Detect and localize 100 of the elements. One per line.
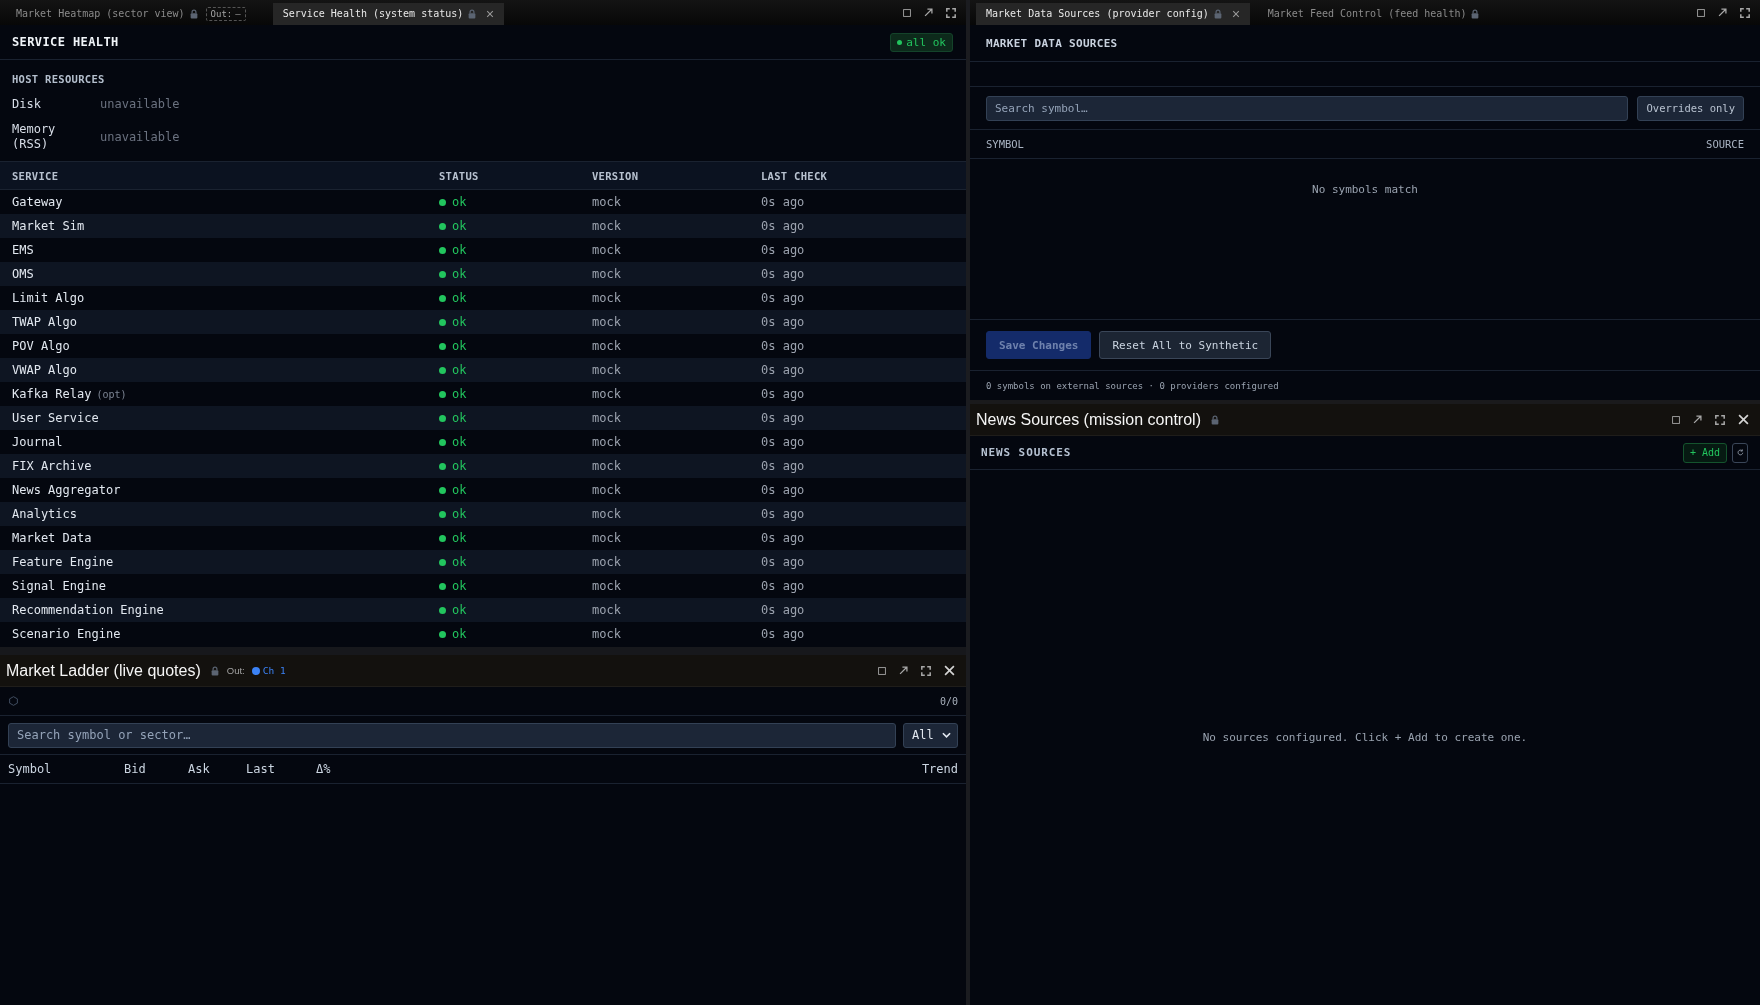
service-name: Recommendation Engine	[12, 603, 164, 617]
version-cell: mock	[592, 627, 621, 641]
column-header: Δ%	[316, 762, 331, 776]
last-check-cell: 0s ago	[761, 483, 805, 497]
last-check-cell: 0s ago	[761, 531, 805, 545]
column-header: Bid	[124, 762, 146, 776]
version-cell: mock	[592, 483, 621, 497]
status-text: ok	[452, 435, 467, 449]
service-name: VWAP Algo	[12, 363, 78, 377]
status-text: ok	[452, 603, 467, 617]
overrides-toggle[interactable]: Overrides only	[1637, 95, 1744, 121]
fullscreen-icon[interactable]	[921, 665, 931, 676]
last-check-cell: 0s ago	[761, 339, 805, 353]
service-name: Scenario Engine	[12, 627, 121, 641]
version-cell: mock	[592, 603, 621, 617]
version-cell: mock	[592, 339, 621, 353]
version-cell: mock	[592, 363, 621, 377]
service-name: EMS	[12, 243, 34, 257]
last-check-cell: 0s ago	[761, 603, 805, 617]
last-check-cell: 0s ago	[761, 627, 805, 641]
chevron-down-icon	[942, 732, 951, 738]
last-check-cell: 0s ago	[761, 435, 805, 449]
panel-tab[interactable]: Market Data Sources (provider config)	[976, 2, 1250, 25]
version-cell: mock	[592, 291, 621, 305]
status-text: ok	[452, 363, 467, 377]
service-name: Market Data	[12, 531, 92, 545]
resource-label: Memory (RSS)	[12, 122, 57, 152]
version-cell: mock	[592, 435, 621, 449]
add-button[interactable]: + Add	[1682, 442, 1727, 463]
output-channel: –	[235, 8, 241, 19]
output-channel: Ch 1	[262, 665, 286, 676]
empty-message: No sources configured. Click + Add to create one.	[1202, 730, 1528, 745]
status-text: ok	[452, 459, 467, 473]
service-name: Signal Engine	[12, 579, 106, 593]
refresh-icon	[1736, 449, 1744, 456]
service-name: POV Algo	[12, 339, 70, 353]
service-name: TWAP Algo	[12, 315, 78, 329]
search-field[interactable]: Search symbol or sector…	[8, 722, 896, 748]
column-header: SERVICE	[12, 169, 59, 182]
square-icon[interactable]	[878, 666, 886, 675]
output-label: Out:	[226, 665, 245, 676]
close-icon[interactable]	[1738, 414, 1749, 425]
panel-tab[interactable]: Market Heatmap (sector view) Out: –	[6, 2, 265, 25]
search-field[interactable]: Search symbol…	[986, 95, 1629, 121]
column-header: STATUS	[439, 169, 479, 182]
last-check-cell: 0s ago	[761, 267, 805, 281]
version-cell: mock	[592, 459, 621, 473]
square-icon[interactable]	[1672, 415, 1680, 424]
service-name: Gateway	[12, 195, 63, 209]
service-name: Market Sim	[12, 219, 85, 233]
column-header: SYMBOL	[986, 138, 1024, 150]
status-text: ok	[452, 195, 467, 209]
last-check-cell: 0s ago	[761, 195, 805, 209]
version-cell: mock	[592, 195, 621, 209]
status-label: all ok	[906, 35, 946, 49]
result-count: 0/0	[939, 695, 958, 707]
resource-label: Disk	[12, 97, 42, 112]
diagonal-arrow-icon[interactable]	[924, 8, 933, 17]
service-name: Feature Engine	[12, 555, 114, 569]
last-check-cell: 0s ago	[761, 363, 805, 377]
fullscreen-icon[interactable]	[1740, 7, 1750, 18]
service-name: OMS	[12, 267, 34, 281]
status-text: ok	[452, 483, 467, 497]
version-cell: mock	[592, 411, 621, 425]
panel-tab[interactable]: Service Health (system status)	[272, 2, 505, 25]
last-check-cell: 0s ago	[761, 219, 805, 233]
diagonal-arrow-icon[interactable]	[899, 666, 908, 675]
last-check-cell: 0s ago	[761, 507, 805, 521]
version-cell: mock	[592, 267, 621, 281]
column-header: Symbol	[8, 762, 52, 776]
service-name: Analytics	[12, 507, 78, 521]
reset-button[interactable]: Reset All to Synthetic	[1099, 331, 1272, 359]
status-text: ok	[452, 219, 467, 233]
panel-title: Market Ladder (live quotes)	[6, 661, 201, 680]
fullscreen-icon[interactable]	[1715, 414, 1725, 425]
close-icon[interactable]	[944, 665, 955, 676]
filter-select[interactable]: All	[903, 722, 958, 748]
refresh-button[interactable]	[1732, 442, 1748, 463]
diagonal-arrow-icon[interactable]	[1718, 8, 1727, 17]
version-cell: mock	[592, 555, 621, 569]
diagonal-arrow-icon[interactable]	[1693, 415, 1702, 424]
last-check-cell: 0s ago	[761, 315, 805, 329]
last-check-cell: 0s ago	[761, 459, 805, 473]
status-text: ok	[452, 267, 467, 281]
last-check-cell: 0s ago	[761, 291, 805, 305]
status-dot-icon	[897, 39, 903, 45]
last-check-cell: 0s ago	[761, 387, 805, 401]
panel-tab[interactable]: Market Feed Control (feed health)	[1257, 2, 1490, 25]
service-name: News Aggregator	[12, 483, 121, 497]
status-text: ok	[452, 627, 467, 641]
service-name: FIX Archive	[12, 459, 92, 473]
fullscreen-icon[interactable]	[946, 7, 956, 18]
output-label: Out:	[210, 8, 233, 19]
status-text: ok	[452, 315, 467, 329]
status-text: ok	[452, 579, 467, 593]
column-header: Last	[246, 762, 275, 776]
square-icon[interactable]	[1697, 8, 1705, 17]
panel-title: News Sources (mission control)	[976, 410, 1201, 429]
status-text: ok	[452, 411, 467, 425]
square-icon[interactable]	[903, 8, 911, 17]
